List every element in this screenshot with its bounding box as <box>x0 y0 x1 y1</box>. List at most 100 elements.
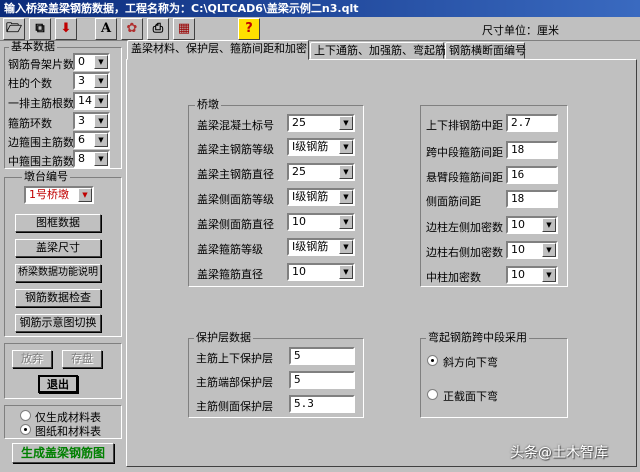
window-title: 输入桥梁盖梁钢筋数据，工程名称为：C:\QLTCAD6\盖梁示例二n3.qlt <box>0 0 640 17</box>
stirrup-grade-combo[interactable]: Ⅰ级钢筋 ▼ <box>287 238 355 256</box>
row-label: 盖梁箍筋直径 <box>197 268 263 281</box>
column-count-combo[interactable]: 3 ▼ <box>73 72 110 90</box>
dropdown-arrow-icon[interactable]: ▼ <box>542 268 556 282</box>
row-label: 盖梁主钢筋直径 <box>197 168 274 181</box>
midspan-stirrup-input[interactable]: 18 <box>506 141 558 159</box>
radio-label: 图纸和材料表 <box>35 425 101 438</box>
dropdown-arrow-icon[interactable]: ▼ <box>339 190 353 204</box>
radio-label: 正截面下弯 <box>443 390 498 403</box>
end-cover-input[interactable]: 5 <box>289 371 355 389</box>
dropdown-arrow-icon[interactable]: ▼ <box>94 74 108 88</box>
row-label: 跨中段箍筋间距 <box>426 146 503 159</box>
help-description-button[interactable]: 桥梁数据功能说明 <box>15 264 101 282</box>
bent-bar-title: 弯起钢筋跨中段采用 <box>426 331 529 344</box>
concrete-grade-combo[interactable]: 25 ▼ <box>287 114 355 132</box>
print-icon[interactable]: ⎙ <box>147 18 169 40</box>
row-label: 盖梁箍筋等级 <box>197 243 263 256</box>
side-bar-grade-combo[interactable]: Ⅰ级钢筋 ▼ <box>287 188 355 206</box>
row-label: 柱的个数 <box>8 77 52 90</box>
stirrup-diameter-combo[interactable]: 10 ▼ <box>287 263 355 281</box>
radio-vertical-bend[interactable] <box>427 389 438 400</box>
side-bar-spacing-input[interactable]: 18 <box>506 190 558 208</box>
radio-materials-only[interactable] <box>20 410 31 421</box>
row-label: 一排主筋根数 <box>8 97 74 110</box>
pier-select[interactable]: 1号桥墩 ▼ <box>24 186 94 204</box>
row-label: 钢筋骨架片数 <box>8 58 74 71</box>
dropdown-arrow-icon[interactable]: ▼ <box>94 94 108 108</box>
dropdown-arrow-icon[interactable]: ▼ <box>94 152 108 166</box>
row-label: 侧面筋间距 <box>426 195 481 208</box>
row-label: 悬臂段箍筋间距 <box>426 171 503 184</box>
radio-diagonal-bend[interactable] <box>427 355 438 366</box>
dropdown-arrow-icon[interactable]: ▼ <box>78 188 92 202</box>
frame-count-combo[interactable]: 0 ▼ <box>73 53 110 71</box>
copy-icon[interactable]: ⧉ <box>29 18 51 40</box>
down-arrow-icon[interactable]: ⬇ <box>55 18 77 40</box>
help-icon[interactable]: ? <box>238 18 260 40</box>
row-label: 边柱右侧加密数 <box>426 246 503 259</box>
row-label: 主筋上下保护层 <box>196 352 273 365</box>
open-icon[interactable]: 🗁 <box>3 18 25 40</box>
row-label: 主筋侧面保护层 <box>196 400 273 413</box>
bridge-pier-title: 桥墩 <box>195 98 221 111</box>
cantilever-stirrup-input[interactable]: 16 <box>506 166 558 184</box>
dropdown-arrow-icon[interactable]: ▼ <box>94 114 108 128</box>
dropdown-arrow-icon[interactable]: ▼ <box>339 165 353 179</box>
cover-title: 保护层数据 <box>194 331 253 344</box>
dropdown-arrow-icon[interactable]: ▼ <box>339 140 353 154</box>
radio-drawings-and-materials[interactable] <box>20 424 31 435</box>
row-label: 盖梁混凝土标号 <box>197 119 274 132</box>
bar-spacing-input[interactable]: 2.7 <box>506 114 558 132</box>
left-densify-combo[interactable]: 10 ▼ <box>506 216 558 234</box>
font-icon[interactable]: A <box>95 18 117 40</box>
row-label: 箍筋环数 <box>8 117 52 130</box>
top-bottom-cover-input[interactable]: 5 <box>289 347 355 365</box>
row-label: 边箍围主筋数 <box>8 136 74 149</box>
main-bar-count-combo[interactable]: 14 ▼ <box>73 92 110 110</box>
dropdown-arrow-icon[interactable]: ▼ <box>542 218 556 232</box>
beam-size-button[interactable]: 盖梁尺寸 <box>15 239 101 257</box>
right-densify-combo[interactable]: 10 ▼ <box>506 241 558 259</box>
main-bar-diameter-combo[interactable]: 25 ▼ <box>287 163 355 181</box>
row-label: 盖梁主钢筋等级 <box>197 143 274 156</box>
row-label: 边柱左侧加密数 <box>426 221 503 234</box>
side-bar-diameter-combo[interactable]: 10 ▼ <box>287 213 355 231</box>
side-cover-input[interactable]: 5.3 <box>289 395 355 413</box>
row-label: 盖梁侧面筋直径 <box>197 218 274 231</box>
dropdown-arrow-icon[interactable]: ▼ <box>339 116 353 130</box>
row-label: 中箍围主筋数 <box>8 155 74 168</box>
tab-bars[interactable]: 上下通筋、加强筋、弯起筋 <box>310 42 446 59</box>
dropdown-arrow-icon[interactable]: ▼ <box>94 133 108 147</box>
mid-densify-combo[interactable]: 10 ▼ <box>506 266 558 284</box>
calculator-icon[interactable]: ▦ <box>173 18 195 40</box>
dropdown-arrow-icon[interactable]: ▼ <box>542 243 556 257</box>
unit-label: 尺寸单位：厘米 <box>482 24 559 37</box>
mid-stirrup-combo[interactable]: 8 ▼ <box>73 150 110 168</box>
main-bar-grade-combo[interactable]: Ⅰ级钢筋 ▼ <box>287 138 355 156</box>
bent-bar-group <box>420 338 568 418</box>
row-label: 中柱加密数 <box>426 271 481 284</box>
dropdown-arrow-icon[interactable]: ▼ <box>94 55 108 69</box>
watermark: 头条@土木智库 <box>510 445 608 461</box>
row-label: 盖梁侧面筋等级 <box>197 193 274 206</box>
dropdown-arrow-icon[interactable]: ▼ <box>339 265 353 279</box>
exit-button[interactable]: 退出 <box>38 375 78 393</box>
tools-icon[interactable]: ✿ <box>121 18 143 40</box>
save-button[interactable]: 存盘 <box>62 350 102 368</box>
radio-label: 斜方向下弯 <box>443 356 498 369</box>
toolbar: 🗁 ⧉ ⬇ A ✿ ⎙ ▦ ? 尺寸单位：厘米 <box>0 17 640 41</box>
dropdown-arrow-icon[interactable]: ▼ <box>339 215 353 229</box>
row-label: 上下排钢筋中距 <box>426 119 503 132</box>
tab-material-cover[interactable]: 盖梁材料、保护层、箍筋间距和加密 <box>127 40 309 60</box>
dropdown-arrow-icon[interactable]: ▼ <box>339 240 353 254</box>
basic-data-title: 基本数据 <box>9 40 57 53</box>
check-data-button[interactable]: 钢筋数据检查 <box>15 289 101 307</box>
generate-drawing-button[interactable]: 生成盖梁钢筋图 <box>12 443 114 463</box>
tab-cross-section[interactable]: 钢筋横断面编号 <box>445 42 526 59</box>
toggle-diagram-button[interactable]: 钢筋示意图切换 <box>15 314 101 332</box>
row-label: 主筋端部保护层 <box>196 376 273 389</box>
discard-button[interactable]: 放弃 <box>12 350 52 368</box>
frame-data-button[interactable]: 图框数据 <box>15 214 101 232</box>
edge-stirrup-combo[interactable]: 6 ▼ <box>73 131 110 149</box>
stirrup-loop-combo[interactable]: 3 ▼ <box>73 112 110 130</box>
